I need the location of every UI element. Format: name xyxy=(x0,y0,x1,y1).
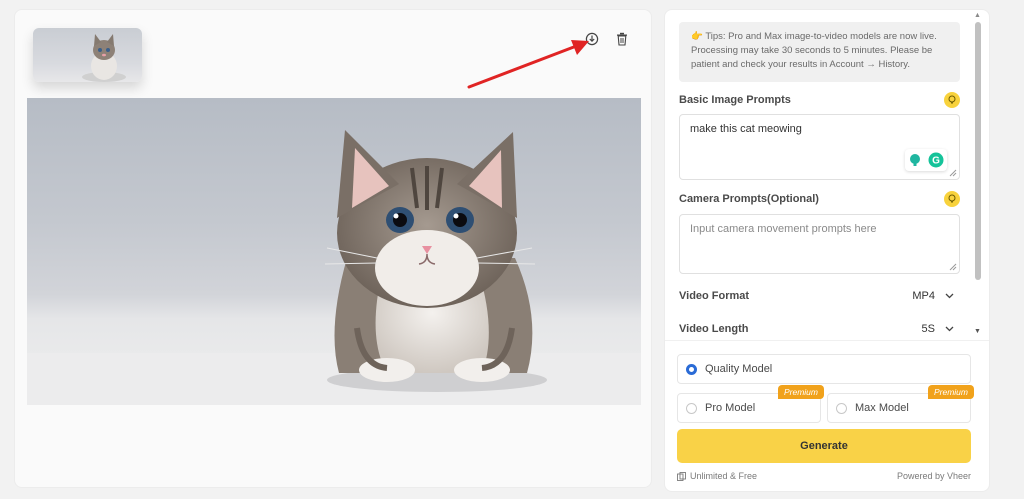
max-model-option[interactable]: Max Model Premium xyxy=(827,385,974,423)
pro-model-label: Pro Model xyxy=(705,402,756,414)
tips-text: Tips: Pro and Max image-to-video models … xyxy=(691,31,937,70)
basic-prompt-label: Basic Image Prompts xyxy=(679,94,791,106)
basic-prompt-input[interactable]: make this cat meowing G xyxy=(679,114,960,180)
scroll-up-arrow-icon[interactable]: ▲ xyxy=(974,12,981,19)
settings-panel: 👉 Tips: Pro and Max image-to-video model… xyxy=(664,9,990,492)
video-length-select[interactable]: Video Length 5S xyxy=(679,319,960,339)
footer-unlimited-text: Unlimited & Free xyxy=(690,471,758,481)
hand-pointing-icon: 👉 xyxy=(691,31,703,42)
premium-badge: Premium xyxy=(777,385,824,399)
video-format-label: Video Format xyxy=(679,290,750,302)
pro-model-option[interactable]: Pro Model Premium xyxy=(677,385,824,423)
max-model-label: Max Model xyxy=(855,402,909,414)
generate-button[interactable]: Generate xyxy=(677,429,971,463)
panel-footer: Unlimited & Free Powered by Vheer xyxy=(677,471,971,481)
radio-checked[interactable] xyxy=(686,363,697,375)
quality-model-label: Quality Model xyxy=(705,363,773,375)
basic-prompt-value: make this cat meowing xyxy=(690,123,802,135)
preview-panel xyxy=(14,9,652,488)
resize-handle-icon[interactable] xyxy=(949,263,957,271)
red-arrow-annotation xyxy=(467,40,589,89)
lightbulb-icon[interactable] xyxy=(944,191,960,207)
kitten-illustration xyxy=(27,130,641,405)
scrollbar-thumb[interactable] xyxy=(975,22,981,280)
quality-model-option[interactable]: Quality Model xyxy=(677,354,971,384)
tips-box: 👉 Tips: Pro and Max image-to-video model… xyxy=(679,22,960,82)
chevron-down-icon xyxy=(945,326,954,332)
bulb-assist-icon[interactable] xyxy=(908,153,922,167)
writing-assistant-icons[interactable]: G xyxy=(905,149,947,171)
video-length-label: Video Length xyxy=(679,323,749,335)
video-length-value: 5S xyxy=(921,323,935,335)
video-format-select[interactable]: Video Format MP4 xyxy=(679,286,960,306)
premium-badge: Premium xyxy=(927,385,974,399)
camera-prompt-input[interactable]: Input camera movement prompts here xyxy=(679,214,960,274)
main-kitten-image xyxy=(27,98,641,405)
lightbulb-icon[interactable] xyxy=(944,92,960,108)
radio-unchecked[interactable] xyxy=(686,402,697,414)
trash-icon[interactable] xyxy=(613,30,631,48)
camera-prompt-label: Camera Prompts(Optional) xyxy=(679,193,819,205)
scroll-down-arrow-icon[interactable]: ▼ xyxy=(974,328,981,335)
copy-icon xyxy=(677,471,686,481)
footer-powered-by[interactable]: Powered by Vheer xyxy=(897,471,971,481)
grammarly-icon[interactable]: G xyxy=(928,152,944,168)
settings-scroll-area[interactable]: 👉 Tips: Pro and Max image-to-video model… xyxy=(665,10,989,340)
radio-unchecked[interactable] xyxy=(836,402,847,414)
camera-prompt-placeholder: Input camera movement prompts here xyxy=(690,223,877,235)
thumbnail-image[interactable] xyxy=(33,28,142,82)
video-format-value: MP4 xyxy=(912,290,935,302)
kitten-thumbnail-graphic xyxy=(82,34,126,82)
resize-handle-icon[interactable] xyxy=(949,169,957,177)
chevron-down-icon xyxy=(945,293,954,299)
divider xyxy=(665,340,989,341)
svg-text:G: G xyxy=(932,156,940,167)
